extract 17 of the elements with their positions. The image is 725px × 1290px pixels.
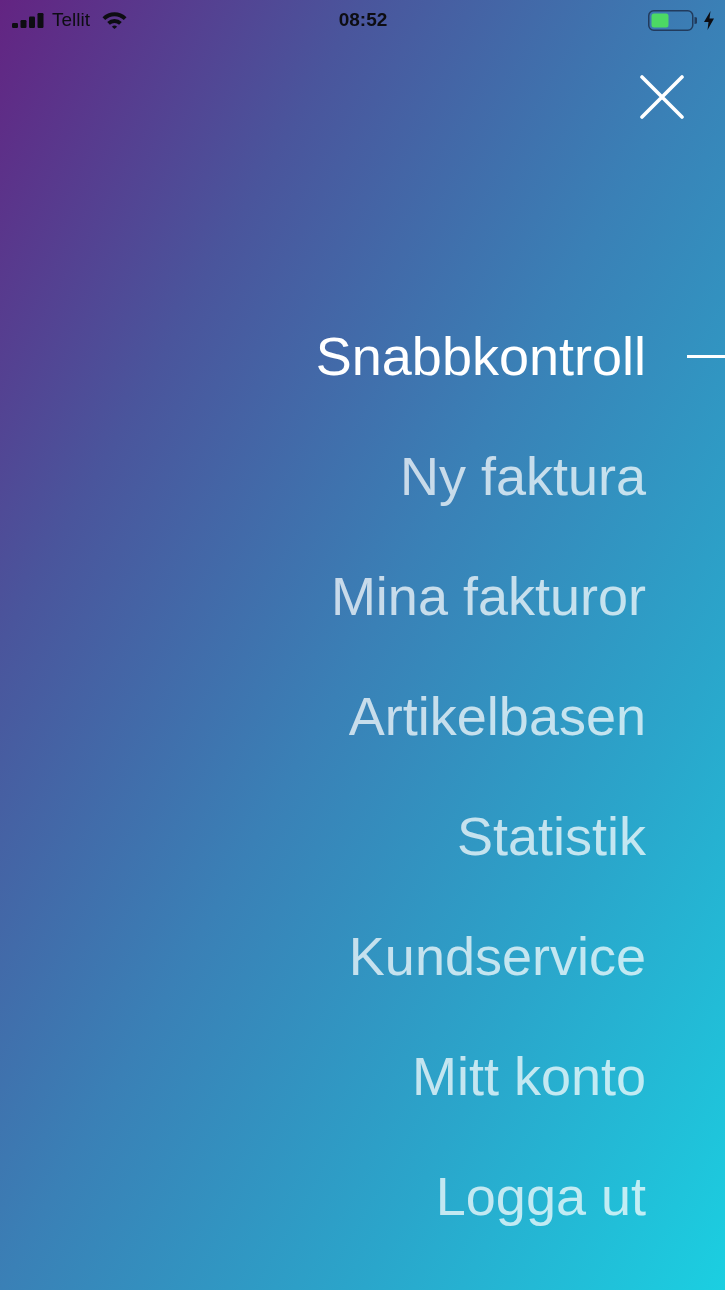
signal-icon [12, 12, 44, 28]
menu-item[interactable]: Artikelbasen [348, 684, 646, 748]
status-time: 08:52 [338, 9, 388, 31]
wifi-icon [102, 11, 127, 29]
close-icon [640, 75, 684, 119]
menu-item[interactable]: Statistik [456, 804, 646, 868]
menu-item[interactable]: Logga ut [435, 1164, 646, 1228]
dash-icon [687, 354, 725, 358]
menu-item[interactable]: Mina fakturor [330, 564, 646, 628]
charging-bolt-icon [704, 10, 714, 30]
menu-item[interactable]: Ny faktura [399, 444, 646, 508]
carrier-name: Tellit [52, 9, 90, 31]
close-button[interactable] [640, 75, 684, 119]
menu-item[interactable]: Mitt konto [411, 1044, 646, 1108]
battery-icon [648, 9, 697, 31]
menu-item[interactable]: Kundservice [348, 924, 646, 988]
menu-item[interactable]: Snabbkontroll [315, 324, 646, 388]
